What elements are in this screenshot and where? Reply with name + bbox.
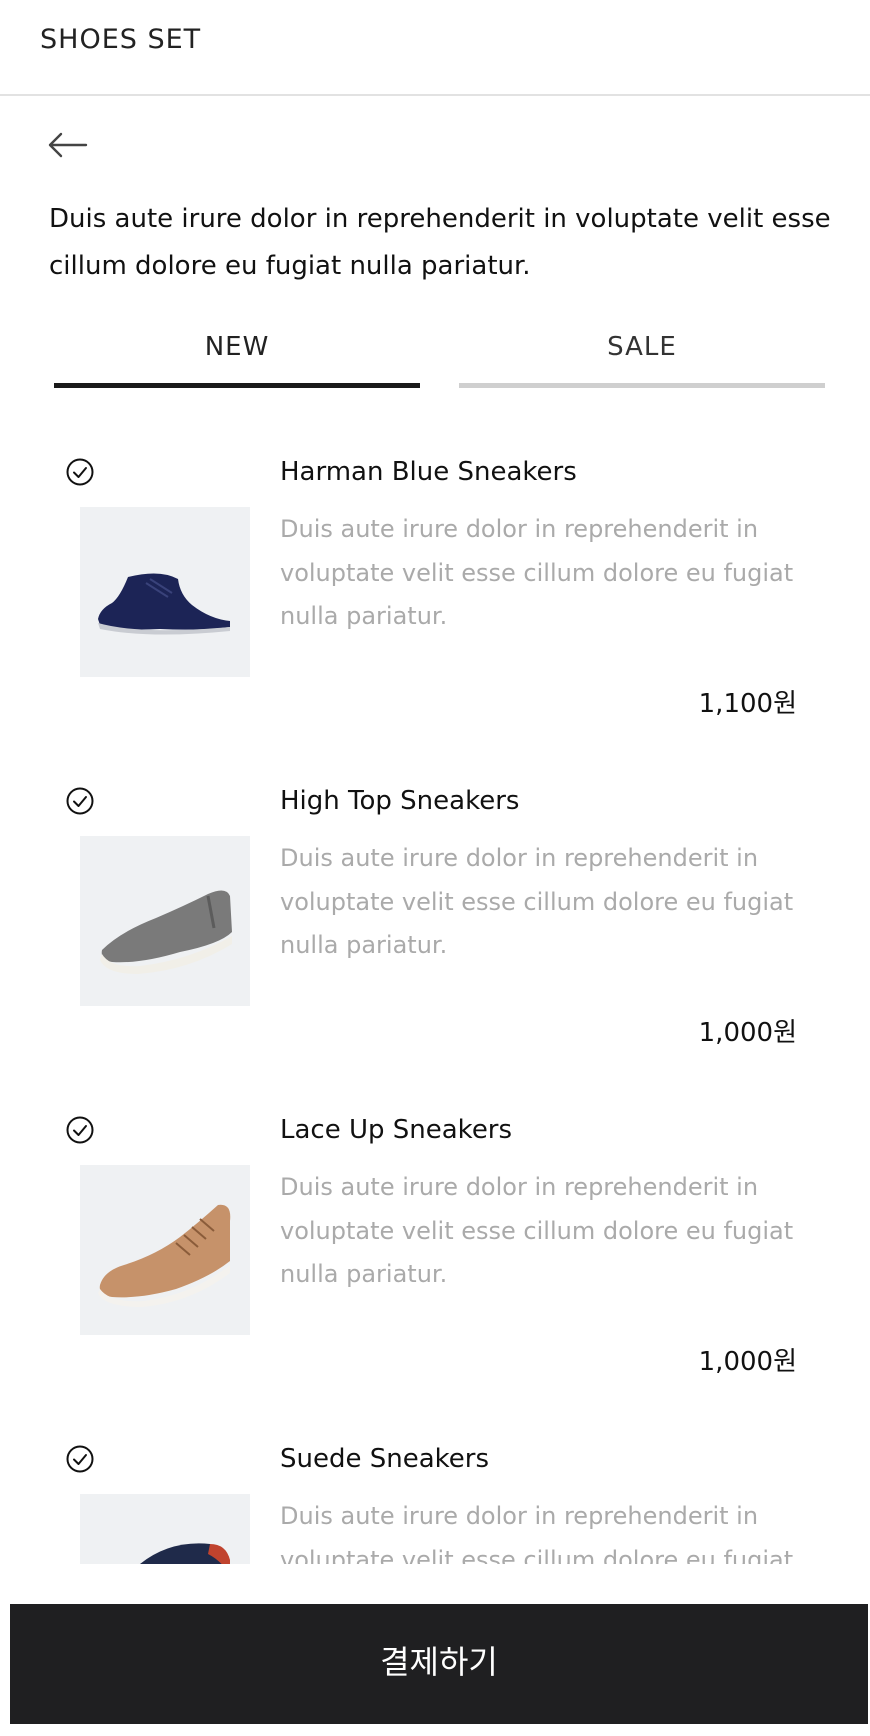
- product-image-tan-lace-up-shoe[interactable]: [80, 1165, 250, 1335]
- product-price: 1,000원: [698, 1018, 797, 1048]
- product-description: Duis aute irure dolor in reprehenderit i…: [280, 844, 794, 959]
- product-price: 1,100원: [698, 689, 797, 719]
- checkout-button[interactable]: 결제하기: [10, 1604, 868, 1724]
- product-list: Harman Blue Sneakers Duis aute irure dol…: [0, 420, 870, 1564]
- product-description: Duis aute irure dolor in reprehenderit i…: [280, 1173, 794, 1288]
- product-image-suede-shoe[interactable]: [80, 1494, 250, 1564]
- product-image-navy-chukka-shoe[interactable]: [80, 507, 250, 677]
- arrow-left-icon: [48, 132, 88, 158]
- product-name: Suede Sneakers: [280, 1444, 490, 1474]
- back-button[interactable]: [40, 124, 96, 168]
- product-item[interactable]: Harman Blue Sneakers Duis aute irure dol…: [0, 420, 870, 749]
- tab-new[interactable]: NEW: [54, 318, 420, 388]
- check-circle-icon[interactable]: [66, 458, 94, 486]
- product-price: 1,000원: [698, 1347, 797, 1377]
- check-circle-icon[interactable]: [66, 787, 94, 815]
- product-image-grey-chelsea-shoe[interactable]: [80, 836, 250, 1006]
- product-name: Lace Up Sneakers: [280, 1115, 513, 1145]
- product-name: Harman Blue Sneakers: [280, 457, 577, 487]
- page-title: SHOES SET: [40, 24, 202, 55]
- intro-text: Duis aute irure dolor in reprehenderit i…: [49, 204, 831, 281]
- check-circle-icon[interactable]: [66, 1116, 94, 1144]
- product-name: High Top Sneakers: [280, 786, 520, 816]
- top-bar: SHOES SET: [0, 0, 870, 96]
- product-item[interactable]: High Top Sneakers Duis aute irure dolor …: [0, 749, 870, 1078]
- product-description: Duis aute irure dolor in reprehenderit i…: [280, 1502, 794, 1564]
- product-description: Duis aute irure dolor in reprehenderit i…: [280, 515, 794, 630]
- tab-sale[interactable]: SALE: [459, 318, 825, 388]
- product-item[interactable]: Suede Sneakers Duis aute irure dolor in …: [0, 1407, 870, 1564]
- product-item[interactable]: Lace Up Sneakers Duis aute irure dolor i…: [0, 1078, 870, 1407]
- check-circle-icon[interactable]: [66, 1445, 94, 1473]
